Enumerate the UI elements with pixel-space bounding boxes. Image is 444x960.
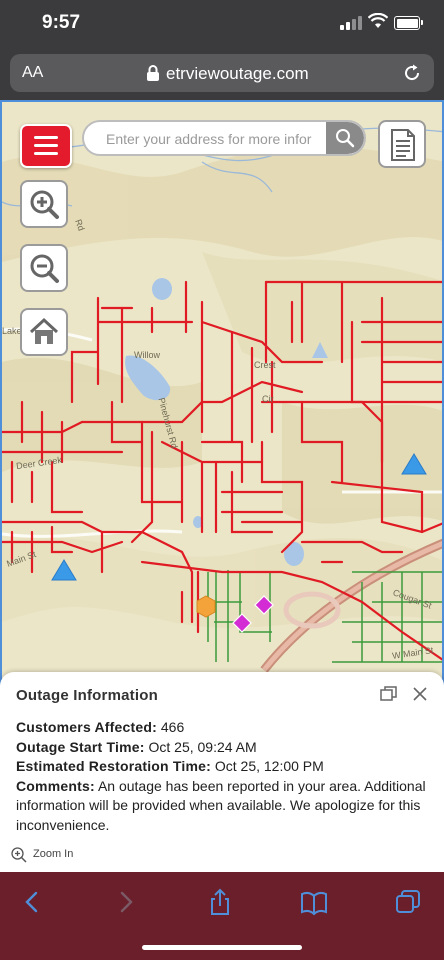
tabs-icon[interactable] [394,888,422,916]
bookmarks-icon[interactable] [300,888,328,916]
map-label: Cir [262,394,274,404]
forward-icon[interactable] [112,888,140,916]
map-label: Crest [254,360,276,370]
map-label: Willow [134,350,160,360]
comments-label: Comments: [16,777,95,794]
outage-start-row: Outage Start Time: Oct 25, 09:24 AM [16,738,430,758]
back-icon[interactable] [18,888,46,916]
status-bar: 9:57 [0,0,444,48]
map-label: Lake [2,326,22,336]
outage-start-value: Oct 25, 09:24 AM [148,738,257,755]
lock-icon [147,65,159,81]
address-search-input[interactable] [104,122,334,154]
search-icon [336,129,355,148]
wifi-icon [368,13,388,28]
reload-icon[interactable] [402,63,422,83]
zoom-in-label[interactable]: Zoom In [33,848,73,860]
restoration-value: Oct 25, 12:00 PM [214,758,324,774]
share-icon[interactable] [206,888,234,916]
comments-row: Comments: An outage has been reported in… [16,777,430,836]
customers-affected-label: Customers Affected: [16,719,157,735]
text-size-button[interactable]: AA [22,64,43,82]
terrain-shading [2,146,442,628]
outage-info-popup: Outage Information Customers Affected: 4… [0,672,444,872]
zoom-out-icon [30,254,59,283]
menu-button[interactable] [20,124,72,168]
address-search[interactable] [82,120,366,156]
status-time: 9:57 [42,12,81,33]
restoration-row: Estimated Restoration Time: Oct 25, 12:0… [16,757,430,777]
browser-address-area: AA etrviewoutage.com [0,48,444,100]
customers-affected-value: 466 [160,719,185,735]
customers-affected-row: Customers Affected: 466 [16,718,430,738]
zoom-in-icon [30,190,59,219]
popup-title: Outage Information [16,687,158,704]
restoration-label: Estimated Restoration Time: [16,758,211,774]
battery-icon [394,16,423,30]
home-extent-button[interactable] [20,308,68,356]
zoom-out-button[interactable] [20,244,68,292]
zoom-in-button[interactable] [20,180,68,228]
popup-content: Customers Affected: 466 Outage Start Tim… [16,718,430,835]
menu-icon [34,136,58,139]
search-button[interactable] [326,122,364,154]
zoom-in-action[interactable]: Zoom In [10,846,73,867]
address-bar[interactable]: AA etrviewoutage.com [10,54,434,92]
home-icon [29,317,59,344]
home-indicator[interactable] [142,945,302,950]
zoom-in-icon [11,847,27,863]
url-text[interactable]: etrviewoutage.com [166,64,309,84]
close-icon[interactable] [412,686,428,702]
signal-icon [340,16,364,30]
document-icon [391,129,415,161]
legend-button[interactable] [378,120,426,168]
dock-icon[interactable] [380,686,398,702]
outage-start-label: Outage Start Time: [16,738,145,755]
